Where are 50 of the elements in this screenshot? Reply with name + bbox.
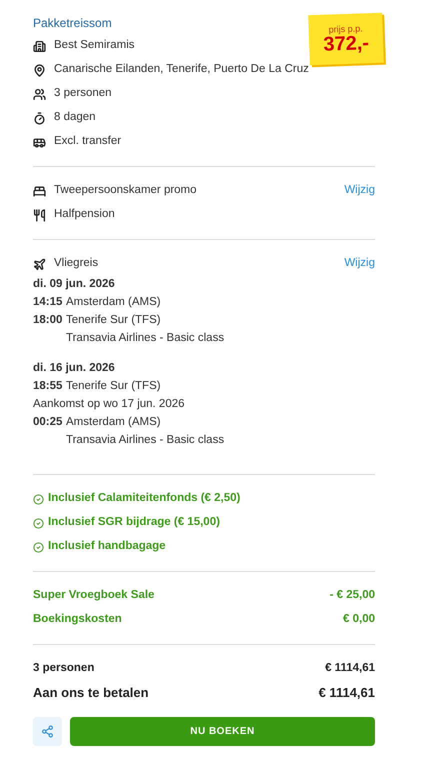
flight-date: di. 09 jun. 2026 <box>33 277 116 292</box>
airport-text: Tenerife Sur (TFS) <box>66 379 161 394</box>
detail-text: 8 dagen <box>54 110 96 126</box>
timer-icon <box>33 112 46 124</box>
flight-date: di. 16 jun. 2026 <box>33 361 116 376</box>
detail-text: 3 personen <box>54 86 112 102</box>
cost-label: Boekingskosten <box>33 612 122 628</box>
airport-text: Tenerife Sur (TFS) <box>66 313 161 328</box>
airline-text: Transavia Airlines - Basic class <box>66 331 224 346</box>
bus-icon <box>33 136 46 148</box>
arrival-note: Aankomst op wo 17 jun. 2026 <box>33 397 185 412</box>
people-icon <box>33 88 46 100</box>
check-circle-icon <box>33 494 44 504</box>
package-title: Pakketreissom <box>33 15 112 32</box>
price-label: prijs p.p. <box>328 24 363 34</box>
detail-text: Tweepersoonskamer promo <box>54 183 197 198</box>
cutlery-icon <box>33 208 46 222</box>
flight-time: 00:25 <box>33 415 64 430</box>
share-icon <box>41 725 54 738</box>
airline-text: Transavia Airlines - Basic class <box>66 433 224 448</box>
airport-text: Amsterdam (AMS) <box>66 415 161 430</box>
included-text: Inclusief SGR bijdrage (€ 15,00) <box>48 515 220 530</box>
flight-label: Vliegreis <box>54 256 98 272</box>
detail-text: Canarische Eilanden, Tenerife, Puerto De La Cruz <box>54 62 309 78</box>
total-amount: € 1114,61 <box>325 661 375 676</box>
check-circle-icon <box>33 542 44 552</box>
airport-text: Amsterdam (AMS) <box>66 295 161 310</box>
flight-time: 18:00 <box>33 313 64 328</box>
cost-amount: - € 25,00 <box>330 588 375 604</box>
map-pin-icon <box>33 64 46 76</box>
total-label: Aan ons te betalen <box>33 684 149 702</box>
total-amount: € 1114,61 <box>318 684 375 702</box>
cost-amount: € 0,00 <box>343 612 375 628</box>
share-button[interactable] <box>33 717 62 746</box>
detail-text: Halfpension <box>54 207 115 222</box>
check-circle-icon <box>33 518 44 528</box>
change-link[interactable]: Wijzig <box>344 182 375 200</box>
bed-icon <box>33 184 46 198</box>
change-link[interactable]: Wijzig <box>344 255 375 273</box>
plane-icon <box>33 258 46 270</box>
total-label: 3 personen <box>33 661 94 676</box>
book-button[interactable]: NU BOEKEN <box>70 717 375 746</box>
flight-time: 14:15 <box>33 295 64 310</box>
detail-text: Best Semiramis <box>54 38 135 54</box>
detail-text: Excl. transfer <box>54 134 122 150</box>
cost-label: Super Vroegboek Sale <box>33 588 154 604</box>
building-icon <box>33 40 46 52</box>
included-text: Inclusief Calamiteitenfonds (€ 2,50) <box>48 491 240 506</box>
included-text: Inclusief handbagage <box>48 539 166 554</box>
flight-time: 18:55 <box>33 379 64 394</box>
